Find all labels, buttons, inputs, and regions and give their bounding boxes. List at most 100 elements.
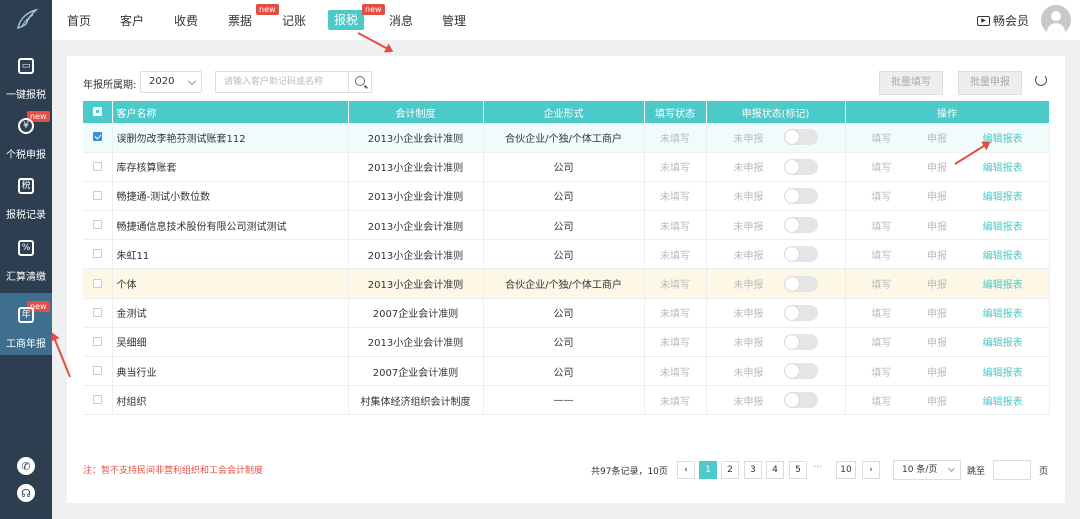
declare-button[interactable]: 申报: [927, 276, 947, 291]
jump-page-input[interactable]: [993, 460, 1031, 480]
declare-button[interactable]: 申报: [927, 130, 947, 145]
fill-button[interactable]: 填写: [871, 188, 891, 203]
main-panel: 年报所属期: 2020 批量填写 批量申报 客户名称 会计制度 企业形式 填写状…: [67, 56, 1065, 503]
declare-button[interactable]: 申报: [927, 305, 947, 320]
sidebar-item-one-click-tax[interactable]: ▭ 一键报税: [0, 48, 52, 108]
declare-mark-toggle[interactable]: [783, 333, 818, 350]
fill-button[interactable]: 填写: [871, 334, 891, 349]
declare-button[interactable]: 申报: [927, 247, 947, 262]
edit-report-button[interactable]: 编辑报表: [983, 393, 1023, 408]
declare-button[interactable]: 申报: [927, 218, 947, 233]
edit-report-button[interactable]: 编辑报表: [983, 305, 1023, 320]
page-button-4[interactable]: 4: [766, 461, 784, 479]
declare-mark-toggle[interactable]: [783, 275, 818, 292]
table-row[interactable]: 朱虹11 2013小企业会计准则 公司 未填写 未申报 填写 申报 编辑报表: [83, 239, 1050, 270]
declare-button[interactable]: 申报: [927, 188, 947, 203]
total-records: 共97条记录，10页: [591, 467, 668, 477]
refresh-icon[interactable]: [1035, 74, 1047, 86]
select-all-checkbox[interactable]: [83, 101, 113, 123]
nav-item-messages[interactable]: 消息: [389, 11, 413, 31]
page-button-3[interactable]: 3: [744, 461, 762, 479]
vip-link[interactable]: ▶ 畅会员: [977, 12, 1029, 29]
headset-icon[interactable]: ☊: [17, 484, 35, 502]
prev-page-button[interactable]: ‹: [677, 461, 695, 479]
enterprise-form: 公司: [483, 327, 645, 358]
edit-report-button[interactable]: 编辑报表: [983, 247, 1023, 262]
sidebar-item-business-annual-report[interactable]: new 年 工商年报: [0, 293, 52, 355]
declare-button[interactable]: 申报: [927, 364, 947, 379]
avatar[interactable]: [1041, 5, 1071, 35]
fill-button[interactable]: 填写: [871, 247, 891, 262]
sidebar-item-personal-tax[interactable]: new ¥ 个税申报: [0, 108, 52, 168]
sidebar-item-annual-settlement[interactable]: % 汇算清缴: [0, 230, 52, 290]
declare-mark-toggle[interactable]: [783, 363, 818, 380]
nav-item-customers[interactable]: 客户: [120, 11, 144, 31]
table-row[interactable]: 个体 2013小企业会计准则 合伙企业/个独/个体工商户 未填写 未申报 填写 申报 编辑报表: [83, 268, 1050, 299]
page-button-2[interactable]: 2: [721, 461, 739, 479]
next-page-button[interactable]: ›: [862, 461, 880, 479]
table-row[interactable]: 误删勿改李艳芬测试账套112 2013小企业会计准则 合伙企业/个独/个体工商户 未填…: [83, 123, 1050, 153]
row-checkbox[interactable]: [83, 239, 113, 270]
table-row[interactable]: 金测试 2007企业会计准则 公司 未填写 未申报 填写 申报 编辑报表: [83, 298, 1050, 328]
page-button-5[interactable]: 5: [789, 461, 807, 479]
fill-button[interactable]: 填写: [871, 393, 891, 408]
edit-report-button[interactable]: 编辑报表: [983, 276, 1023, 291]
declare-button[interactable]: 申报: [927, 334, 947, 349]
batch-declare-button[interactable]: 批量申报: [958, 71, 1022, 95]
nav-item-fees[interactable]: 收费: [174, 11, 198, 31]
row-checkbox[interactable]: [83, 210, 113, 241]
row-checkbox[interactable]: [83, 181, 113, 212]
fill-button[interactable]: 填写: [871, 276, 891, 291]
declare-mark-toggle[interactable]: [783, 392, 818, 409]
nav-item-tax-filing[interactable]: 报税: [328, 10, 365, 30]
nav-item-invoices[interactable]: 票据: [228, 11, 252, 31]
table-row[interactable]: 畅捷通信息技术股份有限公司测试测试 2013小企业会计准则 公司 未填写 未申报 填写 申报…: [83, 210, 1050, 241]
edit-report-button[interactable]: 编辑报表: [983, 159, 1023, 174]
table-row[interactable]: 村组织 村集体经济组织会计制度 —— 未填写 未申报 填写 申报 编辑报表: [83, 385, 1050, 416]
table-row[interactable]: 典当行业 2007企业会计准则 公司 未填写 未申报 填写 申报 编辑报表: [83, 356, 1050, 387]
actions-cell: 填写 申报 编辑报表: [845, 210, 1050, 241]
edit-report-button[interactable]: 编辑报表: [983, 364, 1023, 379]
edit-report-button[interactable]: 编辑报表: [983, 334, 1023, 349]
search-icon[interactable]: [348, 71, 372, 93]
fill-button[interactable]: 填写: [871, 159, 891, 174]
page-button-1[interactable]: 1: [699, 461, 717, 479]
actions-cell: 填写 申报 编辑报表: [845, 123, 1050, 153]
table-row[interactable]: 畅捷通-测试小数位数 2013小企业会计准则 公司 未填写 未申报 填写 申报 编辑报表: [83, 181, 1050, 212]
table-row[interactable]: 吴细细 2013小企业会计准则 公司 未填写 未申报 填写 申报 编辑报表: [83, 327, 1050, 358]
declare-button[interactable]: 申报: [927, 159, 947, 174]
sidebar-item-tax-records[interactable]: 税 报税记录: [0, 168, 52, 228]
row-checkbox[interactable]: [83, 385, 113, 416]
fill-button[interactable]: 填写: [871, 364, 891, 379]
fill-button[interactable]: 填写: [871, 218, 891, 233]
table-row[interactable]: 库存核算账套 2013小企业会计准则 公司 未填写 未申报 填写 申报 编辑报表: [83, 152, 1050, 182]
declare-mark-toggle[interactable]: [783, 129, 818, 146]
year-select[interactable]: 2020: [140, 71, 202, 93]
row-checkbox[interactable]: [83, 327, 113, 358]
row-checkbox[interactable]: [83, 356, 113, 387]
edit-report-button[interactable]: 编辑报表: [983, 188, 1023, 203]
row-checkbox[interactable]: [83, 152, 113, 182]
declare-mark-toggle[interactable]: [783, 304, 818, 321]
nav-item-management[interactable]: 管理: [442, 11, 466, 31]
declare-status: 未申报: [733, 338, 764, 350]
nav-item-bookkeeping[interactable]: 记账: [282, 11, 306, 31]
declare-mark-toggle[interactable]: [783, 158, 818, 175]
row-checkbox[interactable]: [83, 123, 113, 153]
search-input[interactable]: [215, 71, 349, 93]
fill-button[interactable]: 填写: [871, 130, 891, 145]
fill-status: 未填写: [644, 181, 707, 212]
phone-icon[interactable]: ✆: [17, 457, 35, 475]
row-checkbox[interactable]: [83, 298, 113, 328]
fill-button[interactable]: 填写: [871, 305, 891, 320]
row-checkbox[interactable]: [83, 268, 113, 299]
declare-button[interactable]: 申报: [927, 393, 947, 408]
page-button-10[interactable]: 10: [836, 461, 856, 479]
declare-mark-toggle[interactable]: [783, 187, 818, 204]
nav-item-home[interactable]: 首页: [67, 11, 91, 31]
batch-fill-button[interactable]: 批量填写: [879, 71, 943, 95]
declare-mark-toggle[interactable]: [783, 246, 818, 263]
edit-report-button[interactable]: 编辑报表: [983, 218, 1023, 233]
per-page-select[interactable]: 10 条/页: [893, 460, 961, 480]
declare-mark-toggle[interactable]: [783, 217, 818, 234]
